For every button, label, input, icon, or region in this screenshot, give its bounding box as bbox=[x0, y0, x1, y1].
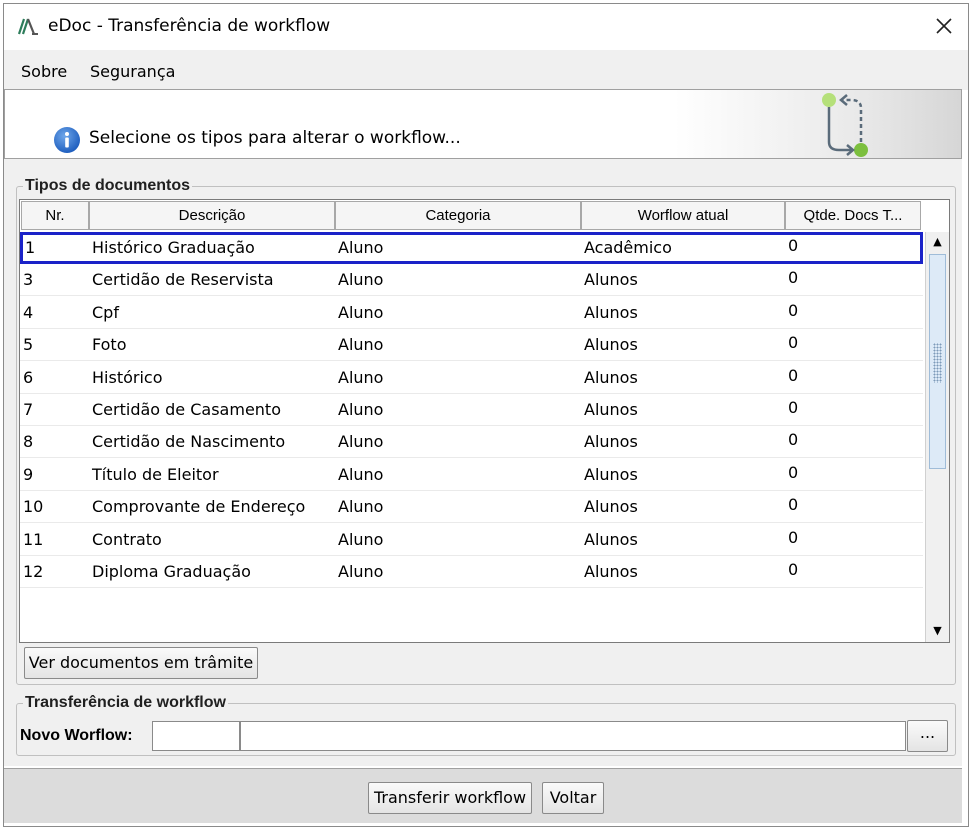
browse-workflow-button[interactable]: ... bbox=[907, 720, 948, 752]
cell-workflow: Alunos bbox=[584, 497, 638, 517]
cell-descricao: Cpf bbox=[92, 302, 119, 322]
cell-categoria: Aluno bbox=[338, 270, 384, 290]
cell-workflow: Alunos bbox=[584, 529, 638, 549]
scroll-down-icon[interactable]: ▼ bbox=[926, 621, 949, 641]
vertical-scrollbar[interactable]: ▲ ▼ bbox=[925, 232, 949, 642]
table-row[interactable]: 5 Foto Aluno Alunos 0 bbox=[20, 329, 923, 362]
menu-sobre[interactable]: Sobre bbox=[21, 62, 67, 81]
table-row[interactable]: 1 Histórico Graduação Aluno Acadêmico 0 bbox=[20, 232, 923, 264]
cell-qtde: 0 bbox=[788, 365, 799, 385]
cell-categoria: Aluno bbox=[338, 302, 384, 322]
cell-nr: 7 bbox=[23, 400, 34, 419]
cell-workflow: Alunos bbox=[584, 302, 638, 322]
window-title: eDoc - Transferência de workflow bbox=[48, 16, 331, 36]
documents-group-title: Tipos de documentos bbox=[25, 177, 191, 194]
cell-categoria: Aluno bbox=[338, 529, 384, 549]
table-row[interactable]: 3 Certidão de Reservista Aluno Alunos 0 bbox=[20, 264, 923, 297]
cell-qtde: 0 bbox=[788, 398, 799, 417]
cell-descricao: Certidão de Casamento bbox=[92, 400, 281, 419]
cell-nr: 11 bbox=[23, 529, 44, 549]
table-row[interactable]: 12 Diploma Graduação Aluno Alunos 0 bbox=[20, 556, 923, 588]
cell-categoria: Aluno bbox=[338, 497, 384, 517]
novo-workflow-label: Novo Worflow: bbox=[20, 727, 133, 744]
cell-descricao: Título de Eleitor bbox=[92, 464, 219, 484]
cell-nr: 12 bbox=[23, 562, 44, 581]
cell-qtde: 0 bbox=[788, 268, 799, 288]
cell-categoria: Aluno bbox=[338, 367, 384, 387]
transfer-group-title: Transferência de workflow bbox=[25, 694, 226, 711]
info-icon bbox=[54, 127, 80, 153]
cell-categoria: Aluno bbox=[338, 562, 384, 581]
cell-descricao: Histórico bbox=[92, 367, 163, 387]
cell-nr: 9 bbox=[23, 464, 34, 484]
cell-workflow: Alunos bbox=[584, 270, 638, 290]
documents-table: Nr. Descrição Categoria Worflow atual Qt… bbox=[19, 199, 950, 643]
cell-descricao: Comprovante de Endereço bbox=[92, 497, 306, 517]
cell-workflow: Alunos bbox=[584, 464, 638, 484]
workflow-transfer-icon bbox=[822, 93, 868, 157]
table-row[interactable]: 6 Histórico Aluno Alunos 0 bbox=[20, 362, 923, 394]
scrollbar-thumb[interactable] bbox=[929, 254, 946, 469]
table-row[interactable]: 9 Título de Eleitor Aluno Alunos 0 bbox=[20, 459, 923, 491]
ver-documentos-button[interactable]: Ver documentos em trâmite bbox=[24, 647, 258, 679]
header-panel: Selecione os tipos para alterar o workfl… bbox=[4, 89, 962, 159]
cell-workflow: Acadêmico bbox=[584, 238, 672, 257]
table-row[interactable]: 8 Certidão de Nascimento Aluno Alunos 0 bbox=[20, 426, 923, 459]
column-header-descricao[interactable]: Descrição bbox=[89, 201, 335, 230]
scrollbar-grip-icon bbox=[933, 343, 942, 383]
table-row[interactable]: 10 Comprovante de Endereço Aluno Alunos 0 bbox=[20, 491, 923, 524]
cell-qtde: 0 bbox=[788, 430, 799, 450]
edoc-logo-icon bbox=[17, 18, 38, 35]
workflow-code-input[interactable] bbox=[152, 721, 240, 751]
cell-qtde: 0 bbox=[788, 560, 799, 579]
scroll-up-icon[interactable]: ▲ bbox=[926, 232, 949, 252]
cell-nr: 8 bbox=[23, 432, 34, 452]
cell-nr: 10 bbox=[23, 497, 44, 517]
cell-descricao: Certidão de Nascimento bbox=[92, 432, 286, 452]
menu-bar: Sobre Segurança bbox=[4, 50, 968, 90]
cell-workflow: Alunos bbox=[584, 367, 638, 387]
cell-nr: 4 bbox=[23, 302, 34, 322]
cell-descricao: Foto bbox=[92, 335, 127, 355]
voltar-button[interactable]: Voltar bbox=[542, 782, 604, 814]
cell-descricao: Contrato bbox=[92, 529, 162, 549]
cell-workflow: Alunos bbox=[584, 562, 638, 581]
cell-nr: 6 bbox=[23, 367, 34, 387]
cell-qtde: 0 bbox=[788, 527, 799, 547]
cell-categoria: Aluno bbox=[338, 432, 384, 452]
table-row[interactable]: 11 Contrato Aluno Alunos 0 bbox=[20, 524, 923, 556]
cell-categoria: Aluno bbox=[338, 464, 384, 484]
cell-qtde: 0 bbox=[788, 333, 799, 353]
close-icon[interactable] bbox=[928, 12, 960, 42]
workflow-name-input[interactable] bbox=[240, 721, 906, 751]
cell-nr: 3 bbox=[23, 270, 34, 290]
cell-categoria: Aluno bbox=[338, 335, 384, 355]
cell-categoria: Aluno bbox=[338, 400, 384, 419]
cell-nr: 5 bbox=[23, 335, 34, 355]
info-message: Selecione os tipos para alterar o workfl… bbox=[89, 128, 461, 148]
cell-categoria: Aluno bbox=[338, 238, 384, 257]
cell-descricao: Histórico Graduação bbox=[92, 238, 255, 257]
cell-workflow: Alunos bbox=[584, 400, 638, 419]
table-row[interactable]: 7 Certidão de Casamento Aluno Alunos 0 bbox=[20, 394, 923, 426]
cell-descricao: Certidão de Reservista bbox=[92, 270, 274, 290]
column-header-nr[interactable]: Nr. bbox=[21, 201, 89, 230]
cell-workflow: Alunos bbox=[584, 335, 638, 355]
cell-workflow: Alunos bbox=[584, 432, 638, 452]
cell-qtde: 0 bbox=[788, 462, 799, 482]
menu-seguranca[interactable]: Segurança bbox=[90, 62, 175, 81]
cell-descricao: Diploma Graduação bbox=[92, 562, 251, 581]
table-row[interactable]: 4 Cpf Aluno Alunos 0 bbox=[20, 297, 923, 329]
column-header-qtde[interactable]: Qtde. Docs T... bbox=[785, 201, 921, 230]
title-bar: eDoc - Transferência de workflow bbox=[4, 4, 968, 50]
cell-qtde: 0 bbox=[788, 495, 799, 515]
cell-qtde: 0 bbox=[788, 300, 799, 320]
cell-qtde: 0 bbox=[788, 236, 799, 255]
cell-nr: 1 bbox=[25, 238, 36, 257]
table-header: Nr. Descrição Categoria Worflow atual Qt… bbox=[20, 200, 923, 232]
transferir-workflow-button[interactable]: Transferir workflow bbox=[368, 782, 532, 814]
column-header-workflow[interactable]: Worflow atual bbox=[581, 201, 785, 230]
column-header-categoria[interactable]: Categoria bbox=[335, 201, 581, 230]
